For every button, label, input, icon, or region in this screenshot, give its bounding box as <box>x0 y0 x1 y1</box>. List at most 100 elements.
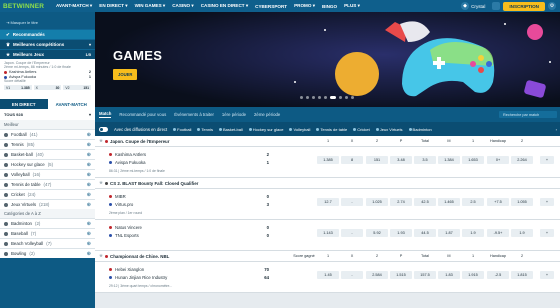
filter-virtual[interactable]: Jeux Virtuels <box>375 127 403 132</box>
odds-button[interactable]: 1.515 <box>390 271 412 279</box>
odds-button[interactable]: 8 <box>341 156 363 164</box>
league-header[interactable]: ★ Championnat de Chine. NBL Score gagné 1 X 2… <box>95 251 560 262</box>
odds-button[interactable]: 1.93 <box>390 229 412 237</box>
tab-live[interactable]: EN DIRECT <box>0 99 48 109</box>
filter-tennis[interactable]: Tennis <box>197 127 213 132</box>
odds-button[interactable]: 157.5 <box>414 271 436 279</box>
odd-v1[interactable]: V1 1.385 <box>4 85 32 90</box>
expand-icon[interactable]: ⊕ <box>87 221 91 227</box>
stream-toggle[interactable] <box>99 126 108 132</box>
filter-football[interactable]: Football <box>173 127 191 132</box>
odds-button[interactable]: 1.83 <box>438 271 460 279</box>
odds-button[interactable]: 1.87 <box>438 229 460 237</box>
sidebar-sport-item[interactable]: Tennis de table (47) ⊕ <box>0 179 95 189</box>
filter-table-tennis[interactable]: Tennis de table <box>316 127 347 132</box>
odds-button[interactable]: 151 <box>366 156 388 164</box>
odds-button[interactable]: - <box>341 229 363 237</box>
nav-item-win-games[interactable]: WIN GAMES ▾ <box>135 3 166 9</box>
odds-button[interactable]: 1.45 <box>317 271 339 279</box>
expand-icon[interactable]: ⊕ <box>87 202 91 208</box>
odds-button[interactable]: 1.385 <box>317 156 339 164</box>
favorite-star-icon[interactable]: ★ <box>99 180 103 186</box>
nav-item-prematch[interactable]: AVANT-MATCH ▾ <box>56 3 92 9</box>
odds-button[interactable]: 3.5 <box>414 156 436 164</box>
sidebar-item-recommended[interactable]: ✔ Recommandés <box>0 29 95 39</box>
sidebar-sport-item[interactable]: Tennis (85) ⊕ <box>0 139 95 149</box>
filter-cricket[interactable]: Cricket <box>353 127 370 132</box>
promo-banner[interactable]: GAMES JOUER <box>95 12 560 107</box>
sidebar-sport-item[interactable]: Baseball (7) ⊕ <box>0 228 95 238</box>
slide-dot-active[interactable] <box>330 96 336 99</box>
sidebar-sport-item[interactable]: Football (41) ⊕ <box>0 129 95 139</box>
tab-events[interactable]: Événements à traiter <box>174 112 214 117</box>
odds-button[interactable]: 1.9 <box>511 229 533 237</box>
hide-title-toggle[interactable]: ⇥ Masquer le titre <box>0 12 95 29</box>
filter-hockey[interactable]: Hockey sur glace <box>248 127 283 132</box>
filter-badminton[interactable]: Badminton <box>408 127 432 132</box>
odds-button[interactable]: 1.384 <box>438 156 460 164</box>
favorite-star-icon[interactable]: ★ <box>99 138 103 144</box>
odds-button[interactable]: 2.5 <box>462 198 484 206</box>
slide-dot[interactable] <box>324 96 327 99</box>
banner-pagination[interactable] <box>300 96 354 99</box>
login-icon[interactable] <box>492 2 501 10</box>
all-sports-header[interactable]: TOUS 928 ▾ <box>0 109 95 120</box>
expand-icon[interactable]: ⊕ <box>87 132 91 138</box>
expand-icon[interactable]: ⊕ <box>87 172 91 178</box>
detailed-score-link[interactable]: Score détaillé <box>4 79 91 83</box>
crystal-link[interactable]: ◆ Crystal <box>461 2 485 10</box>
league-header[interactable]: ★ CS 2. BLAST Bounty Fall: Closed Qualifi… <box>95 178 560 189</box>
odd-v2[interactable]: V2 151 <box>63 85 92 90</box>
match-row[interactable]: Natus Vincere 0 TNL Esports 0 1.143-5.92 1.93… <box>95 220 560 251</box>
sidebar-sport-item[interactable]: Bowling (2) ⊕ <box>0 248 95 258</box>
odds-button[interactable]: -9.5+ <box>487 229 509 237</box>
tab-match[interactable]: Match <box>99 111 112 118</box>
settings-icon[interactable]: ⚙ <box>548 2 556 10</box>
slide-dot[interactable] <box>306 96 309 99</box>
tab-prematch[interactable]: AVANT-MATCH <box>47 99 95 109</box>
slide-dot[interactable] <box>312 96 315 99</box>
more-markets-button[interactable]: + <box>540 156 554 164</box>
odds-button[interactable]: 1.653 <box>462 156 484 164</box>
odds-button[interactable]: - <box>341 198 363 206</box>
match-row[interactable]: Hebei Xianglon 70 Hunan Jinjian Rice Indus… <box>95 262 560 293</box>
sidebar-sport-item[interactable]: Basket-ball (40) ⊕ <box>0 149 95 159</box>
odds-button[interactable]: 1.055 <box>511 198 533 206</box>
slide-dot[interactable] <box>339 96 342 99</box>
nav-item-plus[interactable]: PLUS ▾ <box>344 3 360 9</box>
more-markets-button[interactable]: + <box>540 198 554 206</box>
favorite-star-icon[interactable]: ★ <box>99 253 103 259</box>
tab-second-period[interactable]: 2ème période <box>254 112 280 117</box>
more-markets-button[interactable]: + <box>540 271 554 279</box>
nav-item-bingo[interactable]: BINGO <box>322 4 337 9</box>
slide-dot[interactable] <box>345 96 348 99</box>
odds-button[interactable]: +7.5 <box>487 198 509 206</box>
odds-button[interactable]: 1.9 <box>462 229 484 237</box>
expand-icon[interactable]: ⊕ <box>87 241 91 247</box>
odds-button[interactable]: 44.5 <box>414 229 436 237</box>
odds-button[interactable]: - <box>341 271 363 279</box>
nav-item-cybersport[interactable]: CYBERSPORT <box>255 4 287 9</box>
tab-recommended[interactable]: Recommandé pour vous <box>119 112 166 117</box>
banner-play-button[interactable]: JOUER <box>113 69 138 80</box>
odds-button[interactable]: -2.5 <box>487 271 509 279</box>
league-header[interactable]: ★ Japon. Coupe de l'Empereur 1 X 2 P Total M 1 Ha… <box>95 136 560 147</box>
expand-icon[interactable]: ⊕ <box>87 152 91 158</box>
sidebar-sport-item[interactable]: Cricket (24) ⊕ <box>0 189 95 199</box>
sidebar-sport-item[interactable]: Hockey sur glace (5) ⊕ <box>0 159 95 169</box>
sidebar-item-best-competitions[interactable]: ♛ Meilleures compétitions ▾ <box>0 39 95 49</box>
expand-icon[interactable]: ⊕ <box>87 192 91 198</box>
filter-arrow-icon[interactable]: › <box>556 127 557 132</box>
odds-button[interactable]: 2.74 <box>390 198 412 206</box>
match-row[interactable]: MIBR 0 Virtus.pro 3 2ème plan / 1er round 12.… <box>95 189 560 220</box>
filter-volleyball[interactable]: Volleyball <box>289 127 310 132</box>
match-search-input[interactable]: Recherche par match <box>499 111 557 118</box>
nav-item-casino[interactable]: CASINO ▾ <box>172 3 193 9</box>
slide-dot[interactable] <box>300 96 303 99</box>
sidebar-sport-item[interactable]: Volleyball (16) ⊕ <box>0 169 95 179</box>
odds-button[interactable]: 3.48 <box>390 156 412 164</box>
register-button[interactable]: INSCRIPTION <box>503 1 545 11</box>
odd-x[interactable]: X 30 <box>33 85 62 90</box>
live-match-card[interactable]: Japon. Coupe de l'Empereur 2ème mi-temps… <box>0 59 95 99</box>
odds-button[interactable]: 1.815 <box>511 271 533 279</box>
